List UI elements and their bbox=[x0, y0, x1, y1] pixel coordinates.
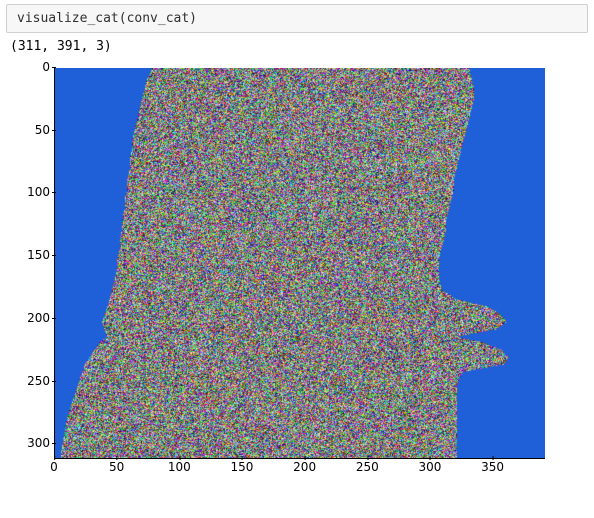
y-tick-label: 0 bbox=[6, 60, 50, 74]
x-tick-label: 300 bbox=[419, 460, 442, 474]
y-tick-label: 300 bbox=[6, 436, 50, 450]
y-tick-label: 250 bbox=[6, 374, 50, 388]
x-tick-label: 0 bbox=[50, 460, 58, 474]
code-input-cell[interactable]: visualize_cat(conv_cat) bbox=[6, 4, 588, 33]
image-heatmap bbox=[55, 68, 545, 458]
code-text: visualize_cat(conv_cat) bbox=[17, 11, 197, 26]
stdout-output: (311, 391, 3) bbox=[10, 39, 588, 54]
x-tick-label: 200 bbox=[293, 460, 316, 474]
x-tick-label: 350 bbox=[481, 460, 504, 474]
y-tick-label: 50 bbox=[6, 123, 50, 137]
y-tick-label: 150 bbox=[6, 248, 50, 262]
x-tick-label: 250 bbox=[356, 460, 379, 474]
x-tick-label: 150 bbox=[231, 460, 254, 474]
x-tick-label: 100 bbox=[168, 460, 191, 474]
plot-axes bbox=[54, 68, 545, 459]
matplotlib-figure: 050100150200250300050100150200250300350 bbox=[6, 60, 576, 500]
shape-tuple: (311, 391, 3) bbox=[10, 39, 112, 54]
y-tick-label: 100 bbox=[6, 185, 50, 199]
y-tick-label: 200 bbox=[6, 311, 50, 325]
x-tick-label: 50 bbox=[109, 460, 124, 474]
